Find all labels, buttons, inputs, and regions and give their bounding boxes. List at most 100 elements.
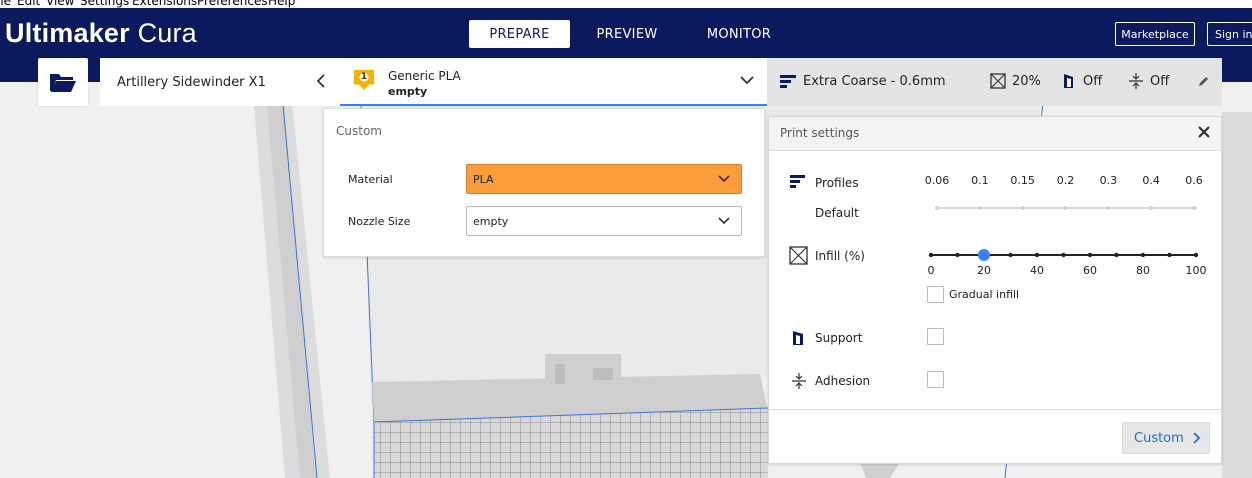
infill-icon xyxy=(789,246,808,265)
layer-height-label: 0.3 xyxy=(1099,174,1118,187)
infill-summary[interactable]: 20% xyxy=(990,73,1041,89)
chevron-right-icon xyxy=(1193,432,1201,444)
layer-height-label: 0.4 xyxy=(1142,174,1160,187)
layer-height-label: 0.15 xyxy=(1010,174,1035,187)
custom-settings-button-label: Custom xyxy=(1134,430,1184,446)
adhesion-icon xyxy=(1129,73,1143,89)
infill-step-dot xyxy=(1167,252,1172,258)
infill-slider[interactable] xyxy=(925,247,1209,263)
printer-selector[interactable]: Artillery Sidewinder X1 xyxy=(100,58,340,106)
material-combobox[interactable]: PLA xyxy=(466,164,742,194)
menu-edit[interactable]: Edit xyxy=(17,0,40,8)
support-icon xyxy=(1064,74,1073,88)
nozzle-size-label: Nozzle Size xyxy=(348,215,411,228)
chevron-down-icon xyxy=(718,217,730,225)
nozzle-size-combobox[interactable]: empty xyxy=(466,206,742,236)
tab-monitor[interactable]: MONITOR xyxy=(697,20,781,48)
menu-file[interactable]: ile xyxy=(0,0,11,8)
cura-window: ile Edit View Settings Extensions Prefer… xyxy=(0,0,1252,478)
marketplace-button[interactable]: Marketplace xyxy=(1115,22,1195,46)
extruder-material-selector[interactable]: 1 Generic PLA empty xyxy=(340,58,767,106)
chevron-down-icon xyxy=(740,76,754,85)
app-logo: Ultimaker Cura xyxy=(5,18,197,49)
layer-height-label: 0.2 xyxy=(1056,174,1075,187)
chevron-down-icon xyxy=(718,175,730,183)
support-label: Support xyxy=(815,331,863,345)
infill-icon xyxy=(990,73,1006,89)
infill-tick-label: 60 xyxy=(1083,264,1097,277)
infill-step-dot xyxy=(1140,252,1146,258)
signin-button[interactable]: Sign in xyxy=(1207,22,1252,46)
layer-height-tick xyxy=(1149,206,1154,210)
layer-height-tick xyxy=(935,206,939,210)
menu-settings[interactable]: Settings xyxy=(80,0,129,8)
print-settings-footer-divider xyxy=(769,409,1221,410)
infill-tick-label: 80 xyxy=(1136,264,1150,277)
adhesion-summary[interactable]: Off xyxy=(1128,73,1169,89)
infill-step-dot xyxy=(1061,252,1066,258)
print-setup-bar[interactable]: Extra Coarse - 0.6mm 20% Off Off xyxy=(767,58,1222,106)
adhesion-icon xyxy=(792,373,806,389)
layer-height-tick xyxy=(1063,206,1068,210)
infill-step-dot xyxy=(1114,252,1119,258)
infill-step-dot xyxy=(955,252,960,258)
profiles-label: Profiles xyxy=(815,176,859,190)
print-settings-title: Print settings xyxy=(780,126,860,140)
profiles-icon xyxy=(790,175,805,188)
extruder-number: 1 xyxy=(360,72,368,82)
dropdown-title: Custom xyxy=(336,124,382,138)
layer-height-label: 0.06 xyxy=(924,174,950,187)
infill-label: Infill (%) xyxy=(815,249,865,263)
layer-height-tick xyxy=(1192,206,1196,210)
support-summary[interactable]: Off xyxy=(1061,73,1102,89)
infill-step-dot xyxy=(928,252,934,258)
adhesion-summary-text: Off xyxy=(1150,73,1170,89)
print-settings-header: Print settings xyxy=(769,117,1221,151)
menu-help[interactable]: Help xyxy=(268,0,295,8)
support-checkbox[interactable] xyxy=(927,328,944,345)
material-name: Generic PLA xyxy=(388,69,461,83)
layer-height-slider[interactable] xyxy=(935,203,1201,213)
menu-extensions[interactable]: Extensions xyxy=(132,0,197,8)
gradual-infill-label: Gradual infill xyxy=(949,288,1020,301)
layer-height-label: 0.1 xyxy=(971,174,989,187)
pencil-icon[interactable] xyxy=(1198,75,1210,87)
infill-step-dot xyxy=(1008,252,1013,258)
layer-height-tick xyxy=(1106,206,1111,210)
close-icon[interactable] xyxy=(1197,125,1211,139)
menu-preferences[interactable]: Preferences xyxy=(197,0,268,8)
chevron-left-icon xyxy=(316,74,325,88)
profiles-default-label: Default xyxy=(815,206,859,220)
infill-step-dot xyxy=(1087,252,1093,258)
infill-slider-handle[interactable] xyxy=(978,249,990,261)
profile-summary[interactable]: Extra Coarse - 0.6mm xyxy=(779,73,946,89)
nozzle-size-value: empty xyxy=(473,214,509,228)
infill-tick-label: 0 xyxy=(927,264,935,277)
folder-open-icon xyxy=(50,74,76,92)
layer-height-tick xyxy=(1020,206,1025,210)
tab-prepare[interactable]: PREPARE xyxy=(469,20,570,48)
nozzle-name: empty xyxy=(388,85,428,98)
gradual-infill-checkbox[interactable] xyxy=(927,286,944,303)
print-settings-panel: Print settings Profiles Default 0.06 0.1 0… xyxy=(768,116,1222,464)
tab-preview[interactable]: PREVIEW xyxy=(587,20,667,48)
profiles-icon xyxy=(780,75,796,88)
custom-settings-button[interactable]: Custom xyxy=(1122,422,1210,454)
menu-bar: ile Edit View Settings Extensions Prefer… xyxy=(0,0,1252,8)
brand-bold: Ultimaker xyxy=(5,18,130,48)
infill-tick-label: 100 xyxy=(1185,264,1207,277)
material-label: Material xyxy=(348,173,393,186)
adhesion-label: Adhesion xyxy=(815,374,871,388)
profile-summary-text: Extra Coarse - 0.6mm xyxy=(803,73,946,89)
infill-step-dot xyxy=(1034,252,1040,258)
infill-summary-text: 20% xyxy=(1012,73,1041,89)
adhesion-checkbox[interactable] xyxy=(927,371,944,388)
menu-view[interactable]: View xyxy=(46,0,74,8)
layer-height-tick xyxy=(977,206,982,210)
printer-name: Artillery Sidewinder X1 xyxy=(117,74,266,90)
material-dropdown-panel: Custom Material PLA Nozzle Size empty xyxy=(323,108,765,257)
material-combobox-value: PLA xyxy=(473,172,494,186)
infill-step-dot xyxy=(1193,252,1199,258)
infill-tick-label: 40 xyxy=(1030,264,1044,277)
open-file-button[interactable] xyxy=(38,58,88,106)
